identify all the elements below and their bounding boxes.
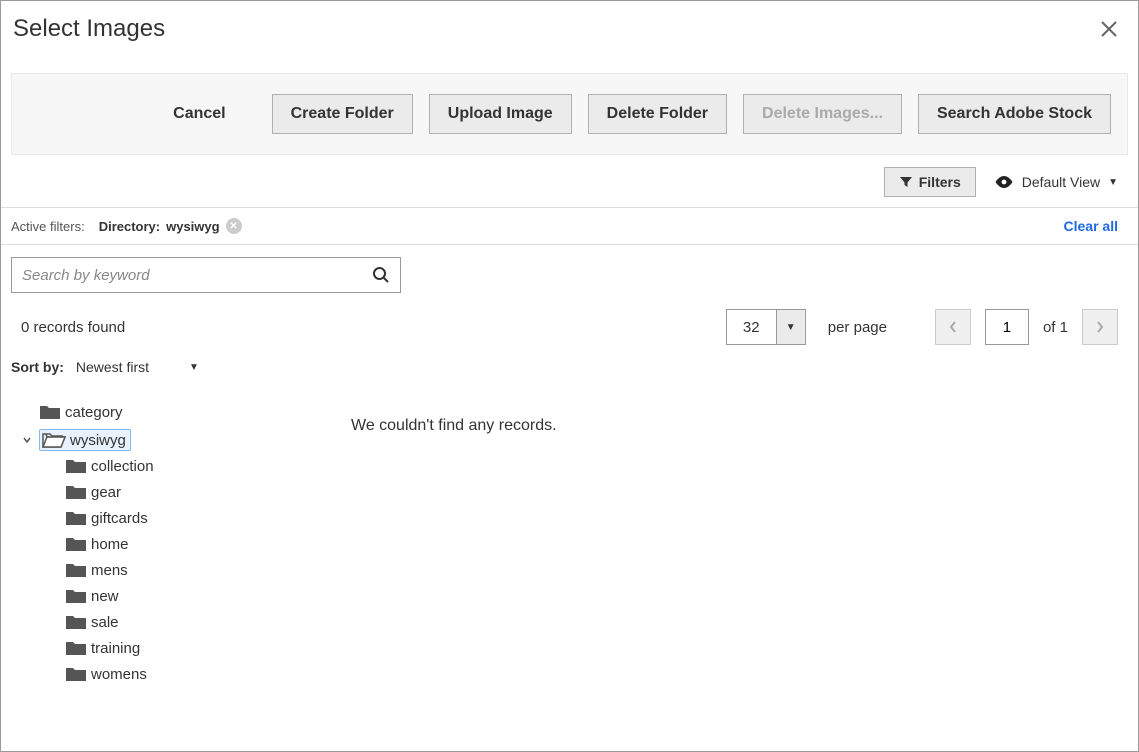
funnel-icon — [899, 175, 913, 189]
empty-results-message: We couldn't find any records. — [351, 417, 1128, 435]
folder-label: giftcards — [91, 510, 148, 527]
sort-label: Sort by: — [11, 359, 64, 375]
filters-button[interactable]: Filters — [884, 167, 976, 197]
search-field[interactable] — [11, 257, 401, 293]
sort-value: Newest first — [76, 359, 149, 375]
per-page-label: per page — [828, 319, 887, 336]
view-controls-row: Filters Default View ▼ — [1, 155, 1138, 207]
active-filters-label: Active filters: — [11, 219, 85, 234]
close-button[interactable] — [1098, 18, 1120, 40]
main-area: category wysiwyg — [1, 383, 1138, 689]
tree-item-giftcards[interactable]: giftcards — [11, 507, 331, 529]
chevron-left-icon — [948, 320, 958, 334]
chevron-down-icon: ▼ — [1108, 177, 1118, 188]
folder-icon — [65, 561, 87, 579]
folder-label: home — [91, 536, 129, 553]
close-icon — [1098, 18, 1120, 40]
default-view-label: Default View — [1022, 174, 1100, 190]
folder-icon — [65, 535, 87, 553]
folder-icon — [65, 509, 87, 527]
tree-item-collection[interactable]: collection — [11, 455, 331, 477]
page-input[interactable] — [985, 309, 1029, 345]
tree-item-home[interactable]: home — [11, 533, 331, 555]
prev-page-button — [935, 309, 971, 345]
default-view-dropdown[interactable]: Default View ▼ — [994, 174, 1118, 190]
results-area: We couldn't find any records. — [351, 393, 1128, 689]
tree-item-gear[interactable]: gear — [11, 481, 331, 503]
folder-label: training — [91, 640, 140, 657]
folder-open-icon — [42, 431, 66, 449]
per-page-value: 32 — [726, 309, 776, 345]
folder-icon — [65, 639, 87, 657]
tree-toggle[interactable] — [19, 435, 35, 445]
tree-item-mens[interactable]: mens — [11, 559, 331, 581]
chevron-down-icon: ▼ — [189, 362, 199, 373]
folder-label: womens — [91, 666, 147, 683]
folder-label: wysiwyg — [70, 432, 126, 449]
pager-group: 32 ▼ per page of 1 — [726, 309, 1118, 345]
folder-label: mens — [91, 562, 128, 579]
folder-label: collection — [91, 458, 154, 475]
folder-label: gear — [91, 484, 121, 501]
search-icon[interactable] — [372, 266, 390, 284]
records-row: 0 records found 32 ▼ per page of 1 — [1, 297, 1138, 351]
upload-image-button[interactable]: Upload Image — [429, 94, 572, 134]
folder-icon — [65, 483, 87, 501]
search-input[interactable] — [22, 267, 372, 284]
folder-tree: category wysiwyg — [11, 393, 331, 689]
sort-row: Sort by: Newest first ▼ — [1, 351, 1138, 383]
tree-item-wysiwyg[interactable]: wysiwyg — [11, 427, 331, 453]
folder-icon — [65, 457, 87, 475]
tree-item-sale[interactable]: sale — [11, 611, 331, 633]
folder-icon — [65, 613, 87, 631]
tree-item-category[interactable]: category — [11, 401, 331, 423]
active-filter-tag: Directory: wysiwyg ✕ — [99, 218, 242, 234]
folder-label: category — [65, 404, 123, 421]
folder-label: sale — [91, 614, 119, 631]
folder-icon — [65, 665, 87, 683]
filter-tag-value: wysiwyg — [166, 219, 219, 234]
modal-title: Select Images — [13, 15, 165, 43]
eye-icon — [994, 175, 1014, 189]
chevron-down-icon — [22, 435, 32, 445]
records-count: 0 records found — [21, 319, 125, 336]
chevron-right-icon — [1095, 320, 1105, 334]
per-page-select[interactable]: 32 ▼ — [726, 309, 806, 345]
filters-button-label: Filters — [919, 174, 961, 190]
delete-images-button: Delete Images... — [743, 94, 902, 134]
folder-icon — [65, 587, 87, 605]
folder-label: new — [91, 588, 119, 605]
folder-icon — [39, 403, 61, 421]
clear-all-filters[interactable]: Clear all — [1064, 218, 1118, 234]
modal-header: Select Images — [1, 1, 1138, 53]
page-total: of 1 — [1043, 319, 1068, 336]
select-images-modal: Select Images Cancel Create Folder Uploa… — [0, 0, 1139, 752]
delete-folder-button[interactable]: Delete Folder — [588, 94, 727, 134]
tree-item-training[interactable]: training — [11, 637, 331, 659]
tree-item-new[interactable]: new — [11, 585, 331, 607]
per-page-caret[interactable]: ▼ — [776, 309, 806, 345]
cancel-button[interactable]: Cancel — [155, 95, 243, 133]
action-toolbar: Cancel Create Folder Upload Image Delete… — [11, 73, 1128, 155]
create-folder-button[interactable]: Create Folder — [272, 94, 413, 134]
search-row — [1, 245, 1138, 297]
next-page-button — [1082, 309, 1118, 345]
filter-tag-remove[interactable]: ✕ — [226, 218, 242, 234]
sort-select[interactable]: Newest first ▼ — [72, 357, 203, 377]
tree-item-womens[interactable]: womens — [11, 663, 331, 685]
search-adobe-stock-button[interactable]: Search Adobe Stock — [918, 94, 1111, 134]
active-filters-bar: Active filters: Directory: wysiwyg ✕ Cle… — [1, 207, 1138, 245]
filter-tag-key: Directory: — [99, 219, 160, 234]
